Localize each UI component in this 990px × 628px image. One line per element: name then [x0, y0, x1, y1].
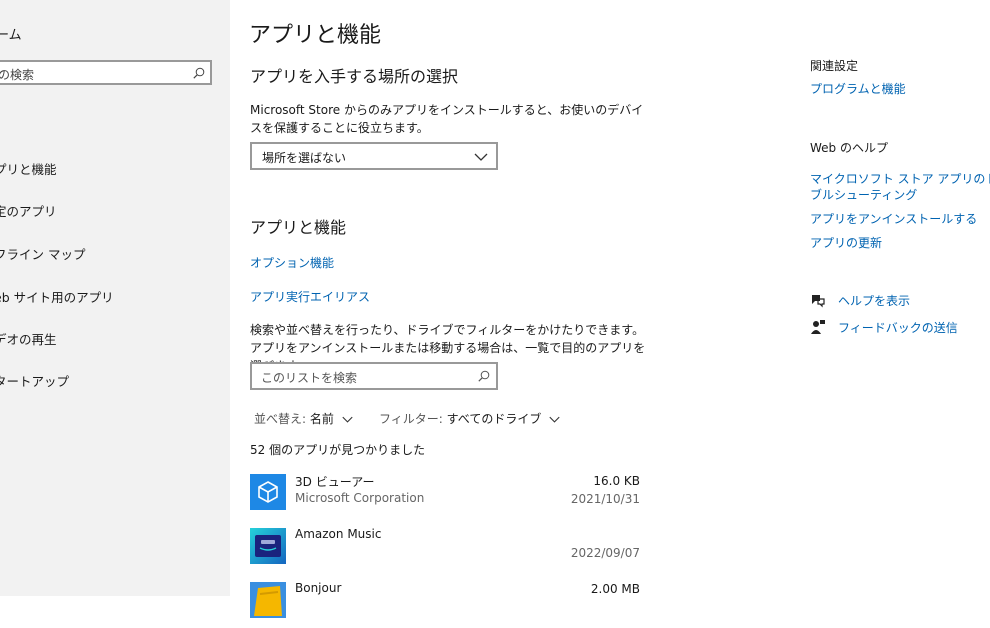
sidebar-item-startup[interactable]: タートアップ — [0, 371, 69, 390]
help-link-update[interactable]: アプリの更新 — [810, 235, 882, 251]
apps-features-heading: アプリと機能 — [250, 218, 347, 237]
install-location-dropdown[interactable]: 場所を選ばない — [250, 142, 498, 170]
related-settings-heading: 関連設定 — [810, 59, 859, 73]
app-execution-aliases-link[interactable]: アプリ実行エイリアス — [250, 288, 370, 305]
feedback-icon — [811, 320, 825, 334]
app-size: 2.00 MB — [590, 582, 640, 596]
sort-value: 名前 — [309, 412, 334, 426]
sidebar-item-default-apps[interactable]: 定のアプリ — [0, 201, 57, 220]
amazon-music-icon — [250, 528, 286, 564]
app-name: 3D ビューアー — [295, 475, 375, 489]
search-icon[interactable] — [478, 370, 490, 382]
sidebar-item-video-playback[interactable]: デオの再生 — [0, 329, 57, 348]
sidebar-item-apps-features[interactable]: プリと機能 — [0, 159, 57, 178]
choose-location-description: Microsoft Store からのみアプリをインストールすると、お使いのデバ… — [250, 103, 644, 135]
get-help-link[interactable]: ヘルプを表示 — [838, 293, 910, 309]
programs-features-link[interactable]: プログラムと機能 — [810, 81, 906, 97]
app-list-item[interactable]: Amazon Music 2022/09/07 — [250, 527, 640, 574]
app-name: Bonjour — [295, 581, 342, 595]
sidebar-home[interactable]: ーム — [0, 24, 22, 43]
chevron-down-icon — [474, 153, 488, 161]
settings-sidebar: ーム の検索 プリと機能 定のアプリ フライン マップ eb サイト用のアプリ … — [0, 0, 230, 596]
choose-location-heading: アプリを入手する場所の選択 — [250, 67, 459, 86]
app-date: 2022/09/07 — [570, 546, 640, 560]
3d-viewer-icon — [250, 474, 286, 510]
app-count: 52 個のアプリが見つかりました — [250, 443, 426, 457]
search-icon[interactable] — [193, 67, 205, 79]
sort-dropdown[interactable]: 並べ替え: 名前 — [254, 410, 353, 427]
filter-value: すべてのドライブ — [446, 412, 542, 426]
app-list-item[interactable]: 3D ビューアー Microsoft Corporation 16.0 KB 2… — [250, 474, 640, 520]
related-panel: 関連設定 プログラムと機能 Web のヘルプ マイクロソフト ストア アプリのト… — [810, 0, 990, 596]
send-feedback-link[interactable]: フィードバックの送信 — [838, 320, 958, 336]
optional-features-link[interactable]: オプション機能 — [250, 254, 334, 271]
app-list-item[interactable]: Bonjour 2.00 MB — [250, 581, 640, 628]
app-list-search-input[interactable]: このリストを検索 — [261, 369, 357, 386]
app-date: 2021/10/31 — [570, 492, 640, 506]
bonjour-icon — [250, 582, 286, 618]
main-content: アプリと機能 アプリを入手する場所の選択 Microsoft Store からの… — [230, 0, 790, 618]
page-title: アプリと機能 — [249, 23, 382, 48]
app-name: Amazon Music — [295, 527, 382, 541]
chevron-down-icon — [342, 416, 353, 423]
sidebar-search-box[interactable]: の検索 — [0, 60, 212, 85]
app-size: 16.0 KB — [593, 474, 640, 488]
sidebar-item-offline-maps[interactable]: フライン マップ — [0, 244, 85, 263]
filter-label: フィルター: — [379, 412, 443, 426]
app-list-search-box[interactable]: このリストを検索 — [250, 362, 498, 390]
app-publisher: Microsoft Corporation — [295, 491, 425, 505]
sort-label: 並べ替え: — [254, 412, 307, 426]
chat-help-icon — [812, 295, 825, 308]
install-location-value: 場所を選ばない — [262, 151, 347, 165]
help-link-uninstall[interactable]: アプリをアンインストールする — [810, 211, 977, 227]
help-link-troubleshoot[interactable]: マイクロソフト ストア アプリのトラブルシューティング — [810, 171, 990, 203]
filter-dropdown[interactable]: フィルター: すべてのドライブ — [379, 410, 560, 427]
web-help-heading: Web のヘルプ — [810, 141, 888, 155]
sidebar-item-apps-for-websites[interactable]: eb サイト用のアプリ — [0, 287, 114, 306]
sidebar-search-input[interactable]: の検索 — [0, 66, 34, 83]
chevron-down-icon — [549, 416, 560, 423]
